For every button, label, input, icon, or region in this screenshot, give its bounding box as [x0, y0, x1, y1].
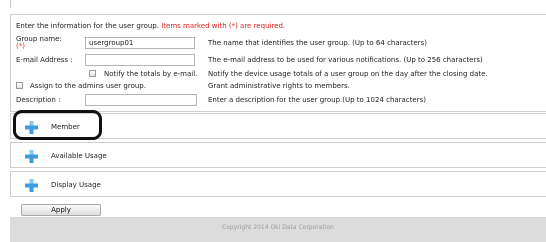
email-description: The e-mail address to be used for variou… [208, 56, 483, 64]
admins-description: Grant administrative rights to members. [208, 82, 350, 90]
section-available-usage-label: Available Usage [51, 152, 107, 160]
email-input[interactable] [85, 54, 195, 66]
intro-text: Enter the information for the user group… [16, 22, 162, 30]
section-display-usage-label: Display Usage [51, 181, 101, 189]
footer-copyright: Copyright 2014 Oki Data Corporation [10, 217, 546, 242]
group-name-description: The name that identifies the user group.… [208, 39, 427, 47]
description-label: Description : [16, 96, 61, 104]
group-name-input[interactable] [85, 37, 195, 49]
plus-icon [25, 179, 38, 192]
description-input[interactable] [85, 94, 197, 106]
top-divider [10, 0, 11, 8]
notify-checkbox[interactable] [89, 70, 96, 77]
form-intro: Enter the information for the user group… [16, 22, 285, 30]
notify-description: Notify the device usage totals of a user… [208, 70, 488, 78]
email-label: E-mail Address : [16, 56, 73, 64]
group-name-label-block: Group name: (*) [16, 35, 62, 50]
section-available-usage[interactable]: Available Usage [10, 142, 546, 168]
member-highlight-outline [13, 110, 102, 140]
admins-checkbox[interactable] [16, 82, 23, 89]
group-name-required-mark: (*) [16, 42, 25, 50]
section-display-usage[interactable]: Display Usage [10, 171, 546, 197]
plus-icon [25, 150, 38, 163]
description-help: Enter a description for the user group.(… [208, 96, 426, 104]
admins-label: Assign to the admins user group. [30, 82, 146, 90]
notify-label: Notify the totals by e-mail. [104, 70, 198, 78]
required-note: Items marked with (*) are required. [161, 22, 286, 30]
apply-button[interactable]: Apply [21, 204, 101, 216]
